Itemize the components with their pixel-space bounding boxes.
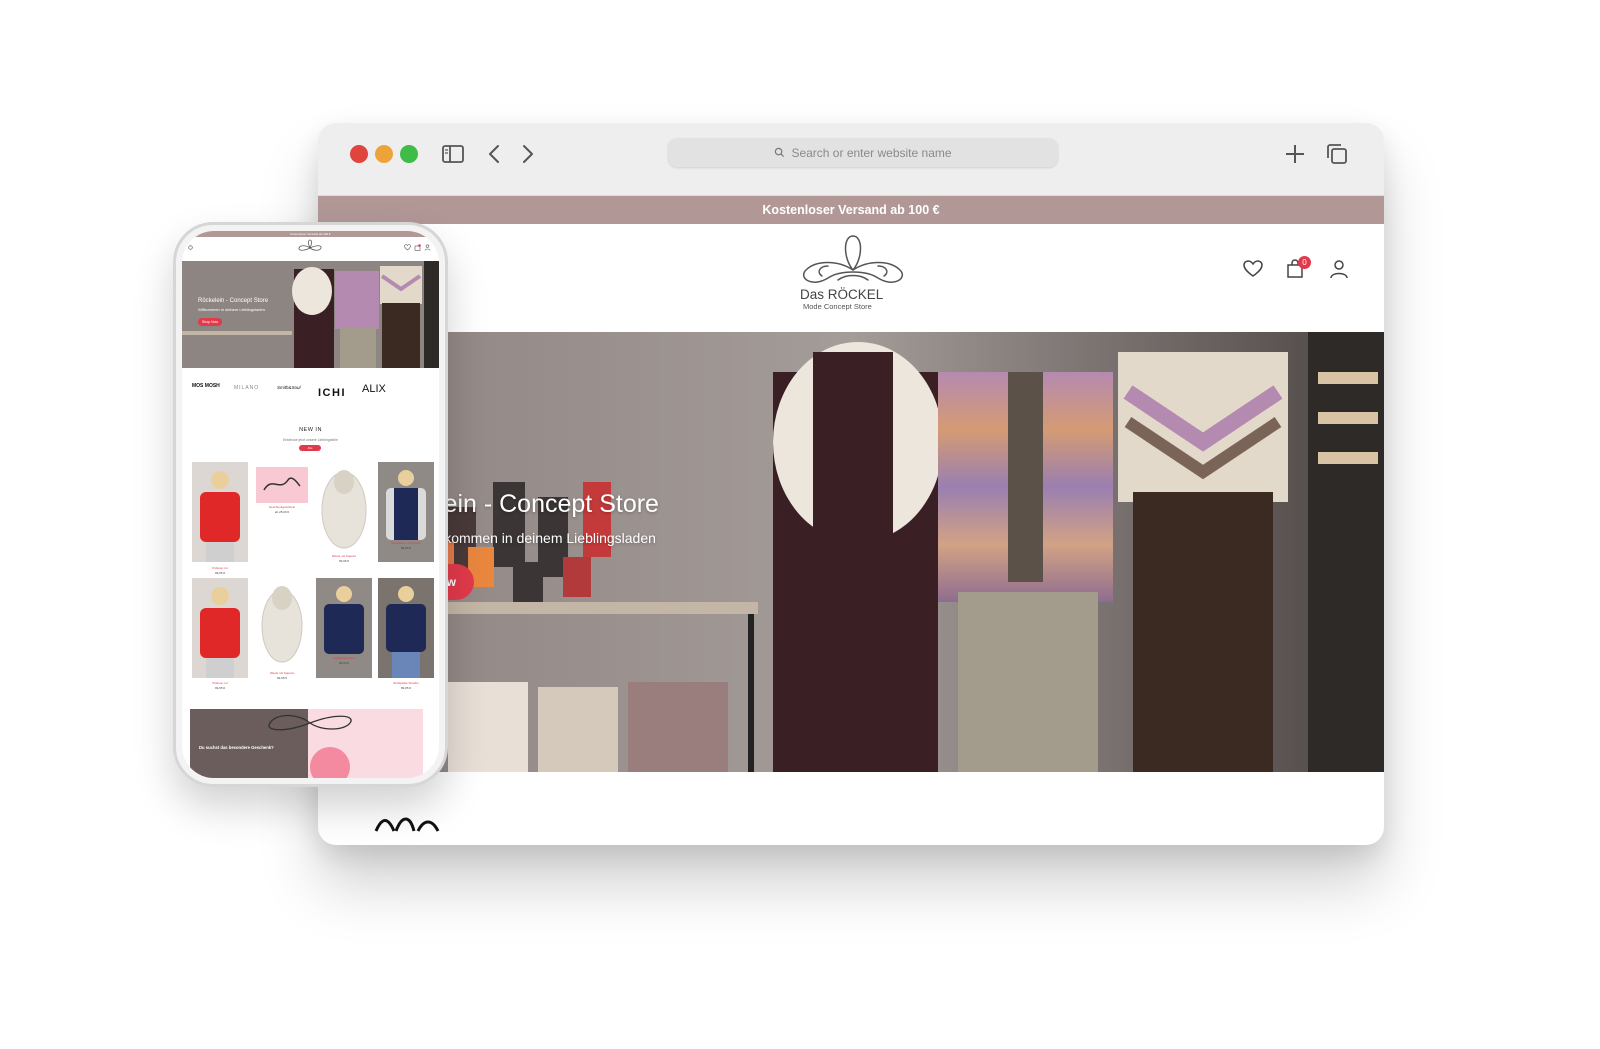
product-name[interactable]: Pullover rot: [189, 566, 251, 570]
back-arrow-icon[interactable]: [482, 141, 508, 167]
wishlist-heart-icon[interactable]: [1242, 258, 1264, 280]
product-name[interactable]: Pullover rot: [189, 681, 251, 685]
brand-logo-mosmosh[interactable]: MOS MOSH: [192, 383, 220, 389]
product-image: [386, 586, 426, 678]
product-name[interactable]: Weste mit Kapuze: [313, 554, 375, 558]
new-tab-plus-icon[interactable]: [1282, 141, 1308, 167]
mobile-user-icon[interactable]: [424, 244, 431, 251]
cart-count-badge: 0: [1298, 256, 1311, 269]
product-name[interactable]: Strickjacke Navy: [313, 656, 375, 660]
mobile-logo-icon[interactable]: [296, 238, 324, 258]
product-card[interactable]: [316, 462, 372, 562]
gift-banner-decoration: [310, 747, 350, 778]
gift-banner-logo-icon: [268, 714, 352, 731]
mobile-gift-banner[interactable]: Du suchst das besondere Geschenk?: [190, 709, 423, 778]
mobile-device: Kostenloser Versand ab 100 € Röckelein -…: [173, 222, 448, 787]
product-card[interactable]: [378, 578, 434, 678]
hero-banner: lein - Concept Store llkommen in deinem …: [318, 332, 1384, 772]
product-price: ab 25,00 €: [274, 510, 290, 514]
mobile-search-icon[interactable]: [188, 245, 194, 251]
sidebar-toggle-icon[interactable]: [440, 141, 466, 167]
product-price: 99,95 €: [338, 559, 349, 563]
brand-logo-milano[interactable]: MILANO: [234, 385, 259, 391]
mobile-brand-strip: MOS MOSH MILANO Smith&Soul ICHI ALIX: [182, 377, 439, 407]
brand-logo-smithsoul[interactable]: Smith&Soul: [277, 385, 301, 390]
mobile-hero-button[interactable]: Shop Now: [198, 318, 222, 326]
hero-subtitle: llkommen in deinem Lieblingsladen: [438, 530, 656, 546]
brand-logo-ichi[interactable]: ICHI: [318, 387, 346, 399]
brand-logo-alix[interactable]: ALIX: [362, 383, 386, 395]
product-image: [200, 471, 240, 562]
search-icon: [775, 147, 785, 158]
mobile-header: [182, 237, 439, 259]
mobile-heart-icon[interactable]: [404, 244, 411, 251]
product-image: [261, 586, 303, 663]
browser-window: Search or enter website name Kostenloser…: [318, 123, 1384, 845]
product-name[interactable]: Geschenkgutschein: [251, 505, 313, 509]
product-image: [200, 587, 240, 678]
mobile-hero-title: Röckelein - Concept Store: [198, 298, 269, 304]
product-price: 99,95 €: [276, 676, 287, 680]
mobile-hero-photo: [182, 261, 439, 368]
mobile-screen: Kostenloser Versand ab 100 € Röckelein -…: [182, 231, 439, 778]
product-name[interactable]: Weste mit Kapuze: [251, 671, 313, 675]
hero-store-photo: [318, 332, 1384, 772]
product-card[interactable]: [192, 578, 248, 678]
address-placeholder: Search or enter website name: [791, 145, 952, 160]
product-price: 89,95 €: [338, 661, 349, 665]
new-in-button[interactable]: Alle: [299, 445, 321, 451]
product-card[interactable]: [192, 462, 248, 562]
product-card[interactable]: [254, 578, 310, 678]
hero-title: lein - Concept Store: [438, 490, 659, 518]
account-user-icon[interactable]: [1328, 258, 1350, 280]
mobile-hero-banner: Röckelein - Concept Store Willkommen in …: [182, 261, 439, 368]
product-price: 99,95 €: [214, 686, 225, 690]
browser-toolbar: Search or enter website name: [318, 123, 1384, 196]
logo-subtitle: Mode Concept Store: [803, 302, 872, 311]
product-name[interactable]: Strickjacke Streifen: [375, 681, 437, 685]
promo-text: Kostenloser Versand ab 100 €: [762, 203, 940, 217]
maximize-window-button[interactable]: [400, 145, 418, 163]
new-in-title: NEW IN: [299, 427, 322, 433]
product-image: [321, 470, 367, 549]
mobile-hero-subtitle: Willkommen in deinem Lieblingsladen: [198, 307, 265, 312]
minimize-window-button[interactable]: [375, 145, 393, 163]
new-in-subtitle: Entdecke jetzt unsere Lieblingsteile: [283, 438, 338, 442]
tabs-overview-icon[interactable]: [1324, 141, 1350, 167]
gift-banner-text: Du suchst das besondere Geschenk?: [199, 745, 274, 750]
product-price: 99,95 €: [214, 571, 225, 575]
close-window-button[interactable]: [350, 145, 368, 163]
product-price: 89,95 €: [400, 686, 411, 690]
forward-arrow-icon[interactable]: [514, 141, 540, 167]
address-bar[interactable]: Search or enter website name: [668, 138, 1058, 167]
logo-title: Das RÖCKEL: [800, 287, 884, 302]
mobile-bag-icon[interactable]: [414, 244, 421, 251]
product-price: 89,95 €: [400, 546, 411, 550]
site-header: Das RÖCKEL Mode Concept Store 0: [318, 224, 1384, 332]
product-name[interactable]: Strickjacke mit Streifen: [375, 541, 437, 545]
promo-banner: Kostenloser Versand ab 100 €: [318, 196, 1384, 224]
brand-logo-partial-icon: [374, 817, 440, 832]
